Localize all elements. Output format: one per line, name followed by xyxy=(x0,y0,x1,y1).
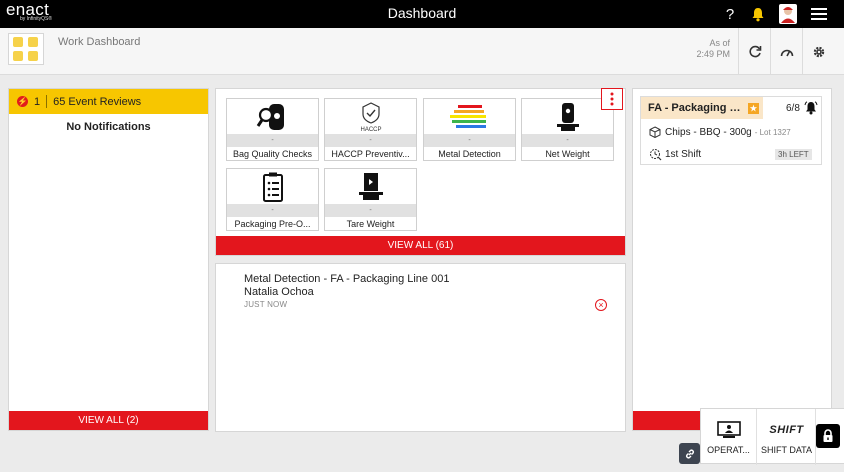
lock-icon xyxy=(823,429,833,442)
refresh-button[interactable] xyxy=(738,28,770,75)
haccp-checklist-icon: HACCP xyxy=(325,99,416,134)
help-glyph: ? xyxy=(725,5,735,23)
menu-icon[interactable] xyxy=(808,0,830,28)
work-dashboard-icon xyxy=(8,33,44,65)
help-icon[interactable]: ? xyxy=(722,0,738,28)
star-badge-icon: ★ xyxy=(748,102,759,114)
operator-monitor-icon xyxy=(716,421,741,438)
clipboard-icon xyxy=(227,169,318,204)
no-notifications-text: No Notifications xyxy=(66,121,151,133)
logo-sub: by InfinityQS® xyxy=(20,16,53,22)
tile-name: Metal Detection xyxy=(438,149,501,159)
link-icon xyxy=(685,449,694,458)
shift-art-icon: SHIFT xyxy=(769,424,804,436)
work-dashboard-title: Work Dashboard xyxy=(58,36,141,48)
tile-value: - xyxy=(227,134,318,147)
shift-data-button[interactable]: SHIFT SHIFT DATA xyxy=(758,409,816,465)
job-card[interactable]: FA - Packaging Line 001 ★ 6/8 Chips - BB… xyxy=(640,96,822,165)
tile-haccp-preventive[interactable]: HACCP - HACCP Preventiv... xyxy=(324,98,417,161)
shift-clock-icon xyxy=(650,149,662,161)
lock-button[interactable] xyxy=(816,424,840,448)
top-bar: enact by InfinityQS® Dashboard ? xyxy=(0,0,844,28)
job-shift: 1st Shift xyxy=(649,148,701,161)
haccp-art-text: HACCP xyxy=(360,127,381,133)
feed-item-title: Metal Detection - FA - Packaging Line 00… xyxy=(244,273,450,285)
event-reviews-label: 65 Event Reviews xyxy=(53,95,142,108)
operator-label: OPERAT... xyxy=(707,445,750,455)
job-title: FA - Packaging Line 001 xyxy=(648,102,744,114)
settings-button[interactable] xyxy=(802,28,834,75)
refresh-icon xyxy=(748,45,761,57)
more-options-button[interactable] xyxy=(601,88,623,110)
activity-feed-panel: Metal Detection - FA - Packaging Line 00… xyxy=(215,263,626,432)
shift-data-label: SHIFT DATA xyxy=(760,445,812,455)
tile-name: Tare Weight xyxy=(346,219,395,229)
as-of-label: As of xyxy=(709,38,730,48)
job-alarm-bell-icon xyxy=(804,101,818,120)
product-name: Chips - BBQ - 300g xyxy=(665,126,752,138)
notifications-view-all-button[interactable]: VIEW ALL (2) xyxy=(9,411,208,430)
notification-count: 1 xyxy=(34,95,41,108)
time-left-badge: 3h LEFT xyxy=(775,149,812,160)
tile-name: HACCP Preventiv... xyxy=(331,149,410,159)
job-count: 6/8 xyxy=(786,103,800,114)
event-reviews-banner[interactable]: ⚡ 1 65 Event Reviews xyxy=(9,89,208,114)
tile-value: - xyxy=(227,204,318,217)
tile-tare-weight[interactable]: - Tare Weight xyxy=(324,168,417,231)
tile-value: - xyxy=(325,204,416,217)
as-of-time: 2:49 PM xyxy=(696,49,730,59)
tare-scale-icon xyxy=(325,169,416,204)
tile-name: Bag Quality Checks xyxy=(232,149,313,159)
tile-value: - xyxy=(522,134,613,147)
gauge-button[interactable] xyxy=(770,28,802,75)
alert-bolt-icon: ⚡ xyxy=(17,96,28,107)
operator-button[interactable]: OPERAT... xyxy=(701,409,757,465)
link-button[interactable] xyxy=(679,443,700,464)
tiles-view-all-button[interactable]: VIEW ALL (61) xyxy=(216,236,625,255)
feed-item-user: Natalia Ochoa xyxy=(244,286,314,298)
bell-icon[interactable] xyxy=(749,0,767,28)
dismiss-close-icon[interactable]: × xyxy=(595,299,607,311)
page-title: Dashboard xyxy=(387,5,457,21)
job-product: Chips - BBQ - 300g - Lot 1327 xyxy=(649,126,791,138)
divider xyxy=(46,95,48,108)
colored-bars-icon xyxy=(424,99,515,134)
bag-on-scale-icon xyxy=(522,99,613,134)
tile-packaging-pre-op[interactable]: - Packaging Pre-O... xyxy=(226,168,319,231)
tile-name: Net Weight xyxy=(545,149,590,159)
notifications-panel: ⚡ 1 65 Event Reviews No Notifications VI… xyxy=(8,88,209,431)
tile-bag-quality-checks[interactable]: - Bag Quality Checks xyxy=(226,98,319,161)
box-icon xyxy=(649,126,661,138)
sub-header: Work Dashboard As of 2:49 PM xyxy=(0,28,844,75)
bag-magnifier-icon xyxy=(227,99,318,134)
tile-value: - xyxy=(325,134,416,147)
kebab-icon xyxy=(610,92,614,106)
lot-number: - Lot 1327 xyxy=(754,127,791,137)
gauge-icon xyxy=(780,49,793,56)
job-card-header: FA - Packaging Line 001 ★ xyxy=(641,97,763,119)
feed-item-time: JUST NOW xyxy=(244,300,288,309)
gear-icon xyxy=(813,46,824,57)
tile-value: - xyxy=(424,134,515,147)
tile-name: Packaging Pre-O... xyxy=(234,219,311,229)
shift-name: 1st Shift xyxy=(665,149,702,160)
as-of-timestamp: As of 2:49 PM xyxy=(696,38,730,60)
user-avatar-icon[interactable] xyxy=(778,0,798,28)
enact-logo[interactable]: enact by InfinityQS® xyxy=(6,1,52,22)
tile-metal-detection[interactable]: - Metal Detection xyxy=(423,98,516,161)
